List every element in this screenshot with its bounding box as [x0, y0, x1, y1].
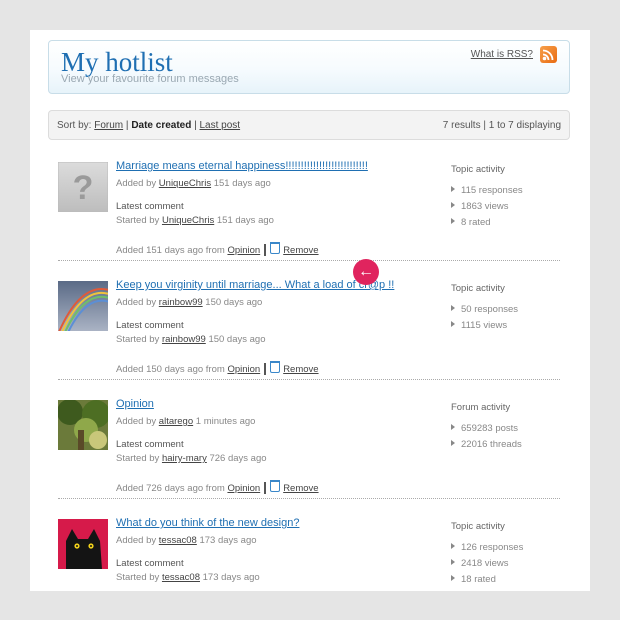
stats-heading: Topic activity: [451, 164, 505, 175]
topic-title-link[interactable]: What do you think of the new design?: [116, 517, 299, 529]
latest-comment-label: Latest comment: [116, 320, 184, 331]
hotlist-entry: Opinion Added by altarego 1 minutes ago …: [48, 394, 568, 495]
trash-icon[interactable]: [270, 242, 281, 254]
sort-forum-link[interactable]: Forum: [94, 120, 123, 131]
remove-button[interactable]: Remove: [283, 483, 318, 494]
hotlist-panel: My hotlist View your favourite forum mes…: [30, 30, 590, 591]
divider: [58, 379, 560, 380]
added-by-user-link[interactable]: rainbow99: [159, 297, 203, 308]
activity-stats: Topic activity 50 responses 1115 views: [451, 283, 561, 336]
topic-title-link[interactable]: Opinion: [116, 398, 154, 410]
forum-link[interactable]: Opinion: [227, 483, 260, 494]
added-by-user-link[interactable]: tessac08: [159, 535, 197, 546]
stats-heading: Topic activity: [451, 521, 505, 532]
activity-stats: Forum activity 659283 posts 22016 thread…: [451, 402, 561, 455]
rainbow-photo[interactable]: [55, 281, 113, 340]
trash-icon[interactable]: [270, 361, 281, 373]
tree-photo[interactable]: [57, 399, 110, 450]
activity-stats: Topic activity 126 responses 2418 views …: [451, 521, 561, 590]
started-by-user-link[interactable]: rainbow99: [162, 334, 206, 345]
started-by: Started by tessac08 173 days ago: [116, 572, 260, 583]
page-header: My hotlist View your favourite forum mes…: [48, 40, 570, 94]
started-by-user-link[interactable]: UniqueChris: [162, 215, 214, 226]
hotlist-entry: Keep you virginity until marriage... Wha…: [48, 275, 568, 376]
started-by-user-link[interactable]: tessac08: [162, 572, 200, 583]
topic-title-link[interactable]: Keep you virginity until marriage... Wha…: [116, 279, 394, 291]
latest-comment-label: Latest comment: [116, 201, 184, 212]
svg-text:?: ?: [73, 169, 94, 207]
entry-footer: Added 726 days ago from Opinion Remove: [116, 480, 319, 495]
activity-stats: Topic activity 115 responses 1863 views …: [451, 164, 561, 233]
stats-heading: Forum activity: [451, 402, 511, 413]
sort-date-created[interactable]: Date created: [131, 120, 191, 131]
entry-footer: Added 151 days ago from Opinion Remove: [116, 242, 319, 257]
divider: [58, 498, 560, 499]
latest-comment-label: Latest comment: [116, 558, 184, 569]
started-by-user-link[interactable]: hairy-mary: [162, 453, 207, 464]
sort-last-post-link[interactable]: Last post: [200, 120, 241, 131]
stats-heading: Topic activity: [451, 283, 505, 294]
started-by: Started by UniqueChris 151 days ago: [116, 215, 274, 226]
rss-icon[interactable]: [540, 46, 557, 63]
entry-footer: Added 150 days ago from Opinion Remove: [116, 361, 319, 376]
topic-title-link[interactable]: Marriage means eternal happiness!!!!!!!!…: [116, 160, 368, 172]
hotlist-entry: ? Marriage means eternal happiness!!!!!!…: [48, 156, 568, 257]
latest-comment-label: Latest comment: [116, 439, 184, 450]
results-count: 7 results | 1 to 7 displaying: [442, 120, 561, 131]
added-by: Added by tessac08 173 days ago: [116, 535, 257, 546]
added-by: Added by rainbow99 150 days ago: [116, 297, 263, 308]
arrow-left-icon: ←: [353, 259, 379, 285]
forum-link[interactable]: Opinion: [227, 364, 260, 375]
cat-photo[interactable]: [58, 519, 108, 569]
hotlist-entry: What do you think of the new design? Add…: [48, 513, 568, 613]
added-by: Added by altarego 1 minutes ago: [116, 416, 256, 427]
page-subtitle: View your favourite forum messages: [61, 73, 239, 85]
remove-button[interactable]: Remove: [283, 245, 318, 256]
added-by: Added by UniqueChris 151 days ago: [116, 178, 271, 189]
sort-bar: Sort by: Forum | Date created | Last pos…: [48, 110, 570, 140]
divider: [58, 260, 560, 261]
added-by-user-link[interactable]: altarego: [159, 416, 193, 427]
added-by-user-link[interactable]: UniqueChris: [159, 178, 211, 189]
started-by: Started by rainbow99 150 days ago: [116, 334, 266, 345]
what-is-rss-link[interactable]: What is RSS?: [471, 49, 533, 60]
remove-button[interactable]: Remove: [283, 364, 318, 375]
started-by: Started by hairy-mary 726 days ago: [116, 453, 267, 464]
question-mark-icon[interactable]: ?: [57, 161, 109, 213]
forum-link[interactable]: Opinion: [227, 245, 260, 256]
trash-icon[interactable]: [270, 480, 281, 492]
sort-label: Sort by:: [57, 120, 92, 131]
